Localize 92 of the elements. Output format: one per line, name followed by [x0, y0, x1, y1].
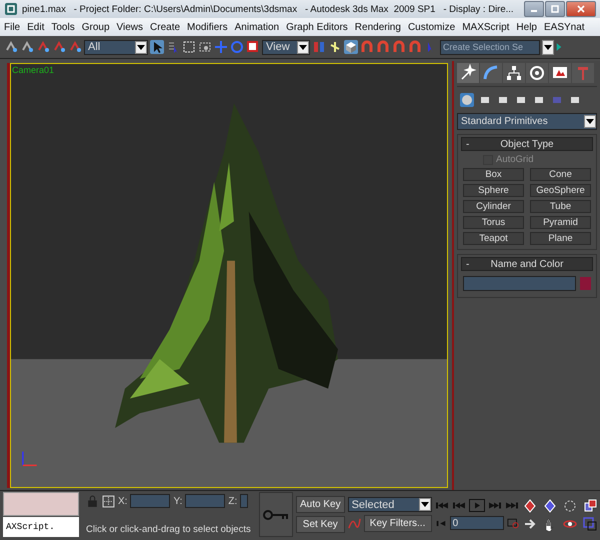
named-selection-field[interactable]: Create Selection Se — [440, 40, 540, 54]
target-icon[interactable] — [526, 63, 548, 83]
rollout-header[interactable]: - Object Type — [461, 137, 593, 151]
primitive-button[interactable]: Teapot — [463, 232, 524, 245]
select-cursor-icon[interactable] — [150, 40, 164, 54]
coordinate-label: Z: — [228, 496, 238, 506]
coordinate-label: Y: — [173, 496, 182, 506]
app-icon — [4, 2, 18, 16]
play-icon[interactable] — [468, 499, 485, 512]
magnet-icon[interactable] — [360, 40, 374, 54]
menu-item[interactable]: Tools — [51, 22, 75, 32]
step-forward-icon[interactable] — [488, 500, 502, 511]
menu-item[interactable]: Help — [516, 22, 537, 32]
selection-filter-dropdown[interactable]: All — [84, 40, 148, 54]
menu-item[interactable]: Modifiers — [187, 22, 228, 32]
menu-item[interactable]: EASYnat — [544, 22, 585, 32]
viewport[interactable]: Camera01 — [10, 63, 448, 488]
window-crossing-icon[interactable] — [198, 40, 212, 54]
autogrid-label: AutoGrid — [496, 154, 534, 165]
caret-icon — [420, 502, 429, 507]
region-select-icon[interactable] — [182, 40, 196, 54]
sphere-icon[interactable] — [460, 93, 474, 107]
maxscript-output-field[interactable]: AXScript. — [3, 517, 79, 537]
caret-icon — [299, 44, 307, 50]
primitive-button[interactable]: Box — [463, 168, 524, 181]
primitive-button[interactable]: Pyramid — [530, 216, 591, 229]
coordinate-field[interactable] — [185, 494, 226, 508]
maximize-icon — [550, 5, 560, 13]
set-key-button[interactable]: Set Key — [296, 516, 345, 533]
reference-coordinate-dropdown[interactable]: View — [262, 40, 310, 54]
monitor-icon[interactable] — [549, 63, 571, 83]
magnet-icon[interactable] — [376, 40, 390, 54]
maximize-button[interactable] — [545, 1, 565, 17]
minimize-button[interactable] — [524, 1, 544, 17]
menu-item[interactable]: Edit — [27, 22, 44, 32]
menu-item[interactable]: MAXScript — [462, 22, 510, 32]
axis-gizmo-icon — [22, 452, 37, 466]
close-icon — [576, 5, 586, 13]
key-mode-dropdown[interactable]: Selected — [348, 497, 432, 512]
step-back-icon[interactable] — [452, 500, 466, 511]
grid-icon[interactable] — [102, 494, 115, 508]
menu-item[interactable]: Rendering — [354, 22, 401, 32]
primitive-button[interactable]: Tube — [530, 200, 591, 213]
caret-icon — [544, 44, 552, 50]
time-config-icon[interactable] — [506, 518, 519, 528]
primitive-button[interactable]: Torus — [463, 216, 524, 229]
menu-item[interactable]: Create — [150, 22, 180, 32]
curve-icon[interactable] — [480, 63, 502, 83]
status-prompt: Click or click-and-drag to select objects — [86, 524, 252, 535]
coordinate-field[interactable] — [240, 494, 248, 508]
scale-icon[interactable] — [246, 40, 260, 54]
magnet-icon[interactable] — [408, 40, 422, 54]
caret-icon — [586, 119, 594, 124]
color-swatch[interactable] — [580, 277, 591, 290]
maximize-icon[interactable] — [583, 516, 597, 530]
zoom-icon[interactable] — [523, 498, 537, 512]
primitive-button[interactable]: Plane — [530, 232, 591, 245]
manipulate-icon[interactable] — [328, 40, 342, 54]
key-mode-button[interactable] — [259, 492, 293, 537]
object-name-field[interactable] — [463, 276, 576, 291]
primitive-button[interactable]: Sphere — [463, 184, 524, 197]
coordinate-label: X: — [118, 496, 128, 506]
primitive-button[interactable]: GeoSphere — [530, 184, 591, 197]
primitive-button[interactable]: Cylinder — [463, 200, 524, 213]
rollout-header[interactable]: - Name and Color — [461, 257, 593, 271]
primitive-button[interactable]: Cone — [530, 168, 591, 181]
menu-item[interactable]: File — [4, 22, 20, 32]
window-title: pine1.max - Project Folder: C:\Users\Admin\Documents\3dsmax - Autodesk 3ds Max 2009 SP1 - Display : Dire... — [22, 4, 515, 14]
select-by-name-icon[interactable] — [166, 40, 180, 54]
current-frame-field[interactable]: 0 — [450, 516, 504, 530]
cube-icon[interactable] — [583, 498, 597, 512]
zoom-all-icon[interactable] — [543, 498, 557, 512]
move-icon[interactable] — [214, 40, 228, 54]
coordinate-field[interactable] — [130, 494, 170, 508]
dropdown-button[interactable] — [542, 40, 554, 54]
magnet-icon[interactable] — [392, 40, 406, 54]
wand-icon[interactable] — [457, 63, 479, 83]
menu-item[interactable]: Graph Editors — [286, 22, 348, 32]
menu-item[interactable]: Views — [116, 22, 144, 32]
viewport-label[interactable]: Camera01 — [12, 65, 54, 75]
maxscript-input-field[interactable] — [3, 492, 79, 516]
menu-item[interactable]: Customize — [408, 22, 456, 32]
hierarchy-icon[interactable] — [503, 63, 525, 83]
skip-start-icon[interactable] — [434, 500, 449, 511]
key-icon — [263, 510, 289, 520]
object-category-dropdown[interactable]: Standard Primitives — [457, 113, 597, 130]
auto-key-button[interactable]: Auto Key — [296, 496, 345, 513]
caret-icon — [137, 44, 145, 50]
menu-item[interactable]: Animation — [234, 22, 280, 32]
menu-item[interactable]: Group — [82, 22, 110, 32]
key-filters-button[interactable]: Key Filters... — [364, 515, 432, 532]
close-button[interactable] — [566, 1, 596, 17]
